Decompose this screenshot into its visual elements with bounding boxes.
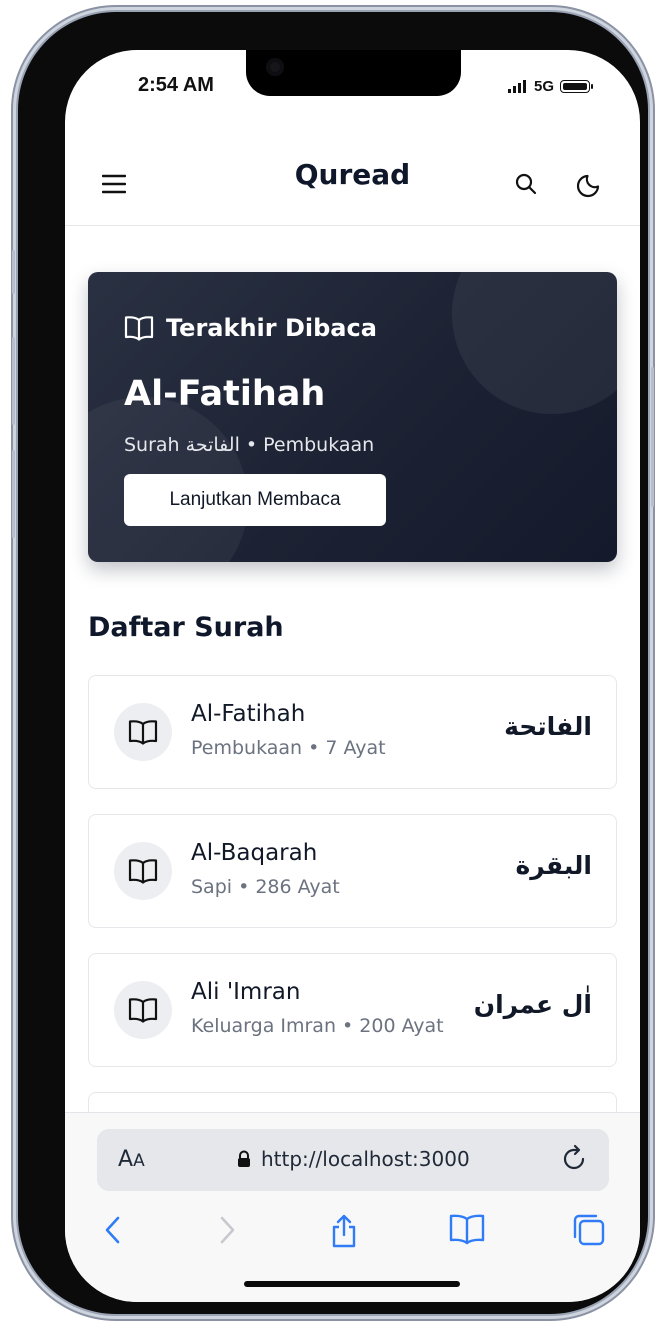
surah-name: Al-Fatihah — [191, 701, 306, 727]
last-read-card: Terakhir Dibaca Al-Fatihah Surah الفاتحة… — [88, 272, 617, 562]
surah-card[interactable]: Al-Baqarah Sapi • 286 Ayat البقرة — [88, 814, 617, 928]
surah-badge — [114, 842, 172, 900]
text-size-label-small: A — [133, 1151, 145, 1171]
book-open-icon — [128, 859, 158, 884]
surah-meta: Keluarga Imran • 200 Ayat — [191, 1015, 444, 1037]
surah-badge — [114, 981, 172, 1039]
lock-icon — [238, 1150, 250, 1167]
tabs-icon — [573, 1214, 605, 1246]
chevron-right-icon — [220, 1216, 235, 1244]
screen: 2:54 AM 5G Quread Terakhir Dibaca Al-Fat… — [65, 50, 640, 1302]
camera-icon — [266, 58, 284, 76]
browser-toolbar — [65, 1213, 640, 1257]
chevron-left-icon — [105, 1216, 120, 1244]
search-icon — [515, 173, 537, 195]
book-open-icon — [124, 316, 154, 341]
book-open-icon — [128, 720, 158, 745]
share-button[interactable] — [329, 1213, 359, 1253]
decorative-circle — [452, 272, 617, 414]
volume-up-button — [12, 337, 15, 425]
book-open-icon — [449, 1214, 485, 1245]
surah-meta: Sapi • 286 Ayat — [191, 876, 340, 898]
phone-frame: 2:54 AM 5G Quread Terakhir Dibaca Al-Fat… — [12, 12, 654, 1314]
tabs-button[interactable] — [572, 1213, 606, 1251]
surah-arabic-name: الفاتحة — [504, 712, 592, 741]
bookmarks-button[interactable] — [448, 1213, 486, 1249]
battery-icon — [560, 80, 593, 93]
search-button[interactable] — [506, 164, 546, 204]
browser-bottom-bar: AA http://localhost:3000 — [65, 1112, 640, 1302]
url-text: http://localhost:3000 — [261, 1147, 470, 1171]
app-header: Quread — [65, 140, 640, 226]
surah-meta: Pembukaan • 7 Ayat — [191, 737, 386, 759]
surah-name: Al-Baqarah — [191, 840, 318, 866]
last-read-subtitle: Surah الفاتحة • Pembukaan — [124, 434, 375, 456]
continue-reading-button[interactable]: Lanjutkan Membaca — [124, 474, 386, 526]
forward-button[interactable] — [217, 1213, 237, 1251]
signal-icon — [507, 80, 526, 93]
status-time: 2:54 AM — [138, 74, 214, 96]
volume-down-button — [12, 450, 15, 538]
surah-name: Ali 'Imran — [191, 979, 301, 1005]
reload-icon — [563, 1144, 585, 1170]
moon-icon — [576, 174, 600, 198]
network-label: 5G — [533, 78, 554, 95]
reload-button[interactable] — [559, 1144, 589, 1178]
back-button[interactable] — [103, 1213, 123, 1251]
address-bar[interactable]: AA http://localhost:3000 — [97, 1129, 609, 1191]
book-open-icon — [128, 998, 158, 1023]
surah-list-title: Daftar Surah — [88, 612, 284, 643]
theme-toggle-button[interactable] — [570, 164, 610, 204]
surah-arabic-name: البقرة — [515, 851, 592, 880]
url-display: http://localhost:3000 — [237, 1147, 470, 1171]
power-button — [651, 367, 654, 507]
status-indicators: 5G — [507, 78, 593, 95]
status-bar: 2:54 AM 5G — [65, 50, 640, 126]
surah-card[interactable]: Ali 'Imran Keluarga Imran • 200 Ayat اٰل… — [88, 953, 617, 1067]
side-button — [12, 250, 15, 294]
last-read-surah-name: Al-Fatihah — [124, 374, 326, 414]
text-size-button[interactable]: AA — [118, 1147, 145, 1172]
home-indicator — [244, 1281, 460, 1287]
app-title: Quread — [294, 158, 411, 191]
notch — [246, 50, 461, 96]
share-icon — [332, 1214, 356, 1248]
surah-badge — [114, 703, 172, 761]
last-read-label-text: Terakhir Dibaca — [166, 314, 377, 342]
surah-arabic-name: اٰل عمران — [473, 990, 592, 1019]
last-read-label: Terakhir Dibaca — [124, 314, 377, 342]
text-size-label: A — [118, 1147, 134, 1172]
surah-card[interactable]: Al-Fatihah Pembukaan • 7 Ayat الفاتحة — [88, 675, 617, 789]
